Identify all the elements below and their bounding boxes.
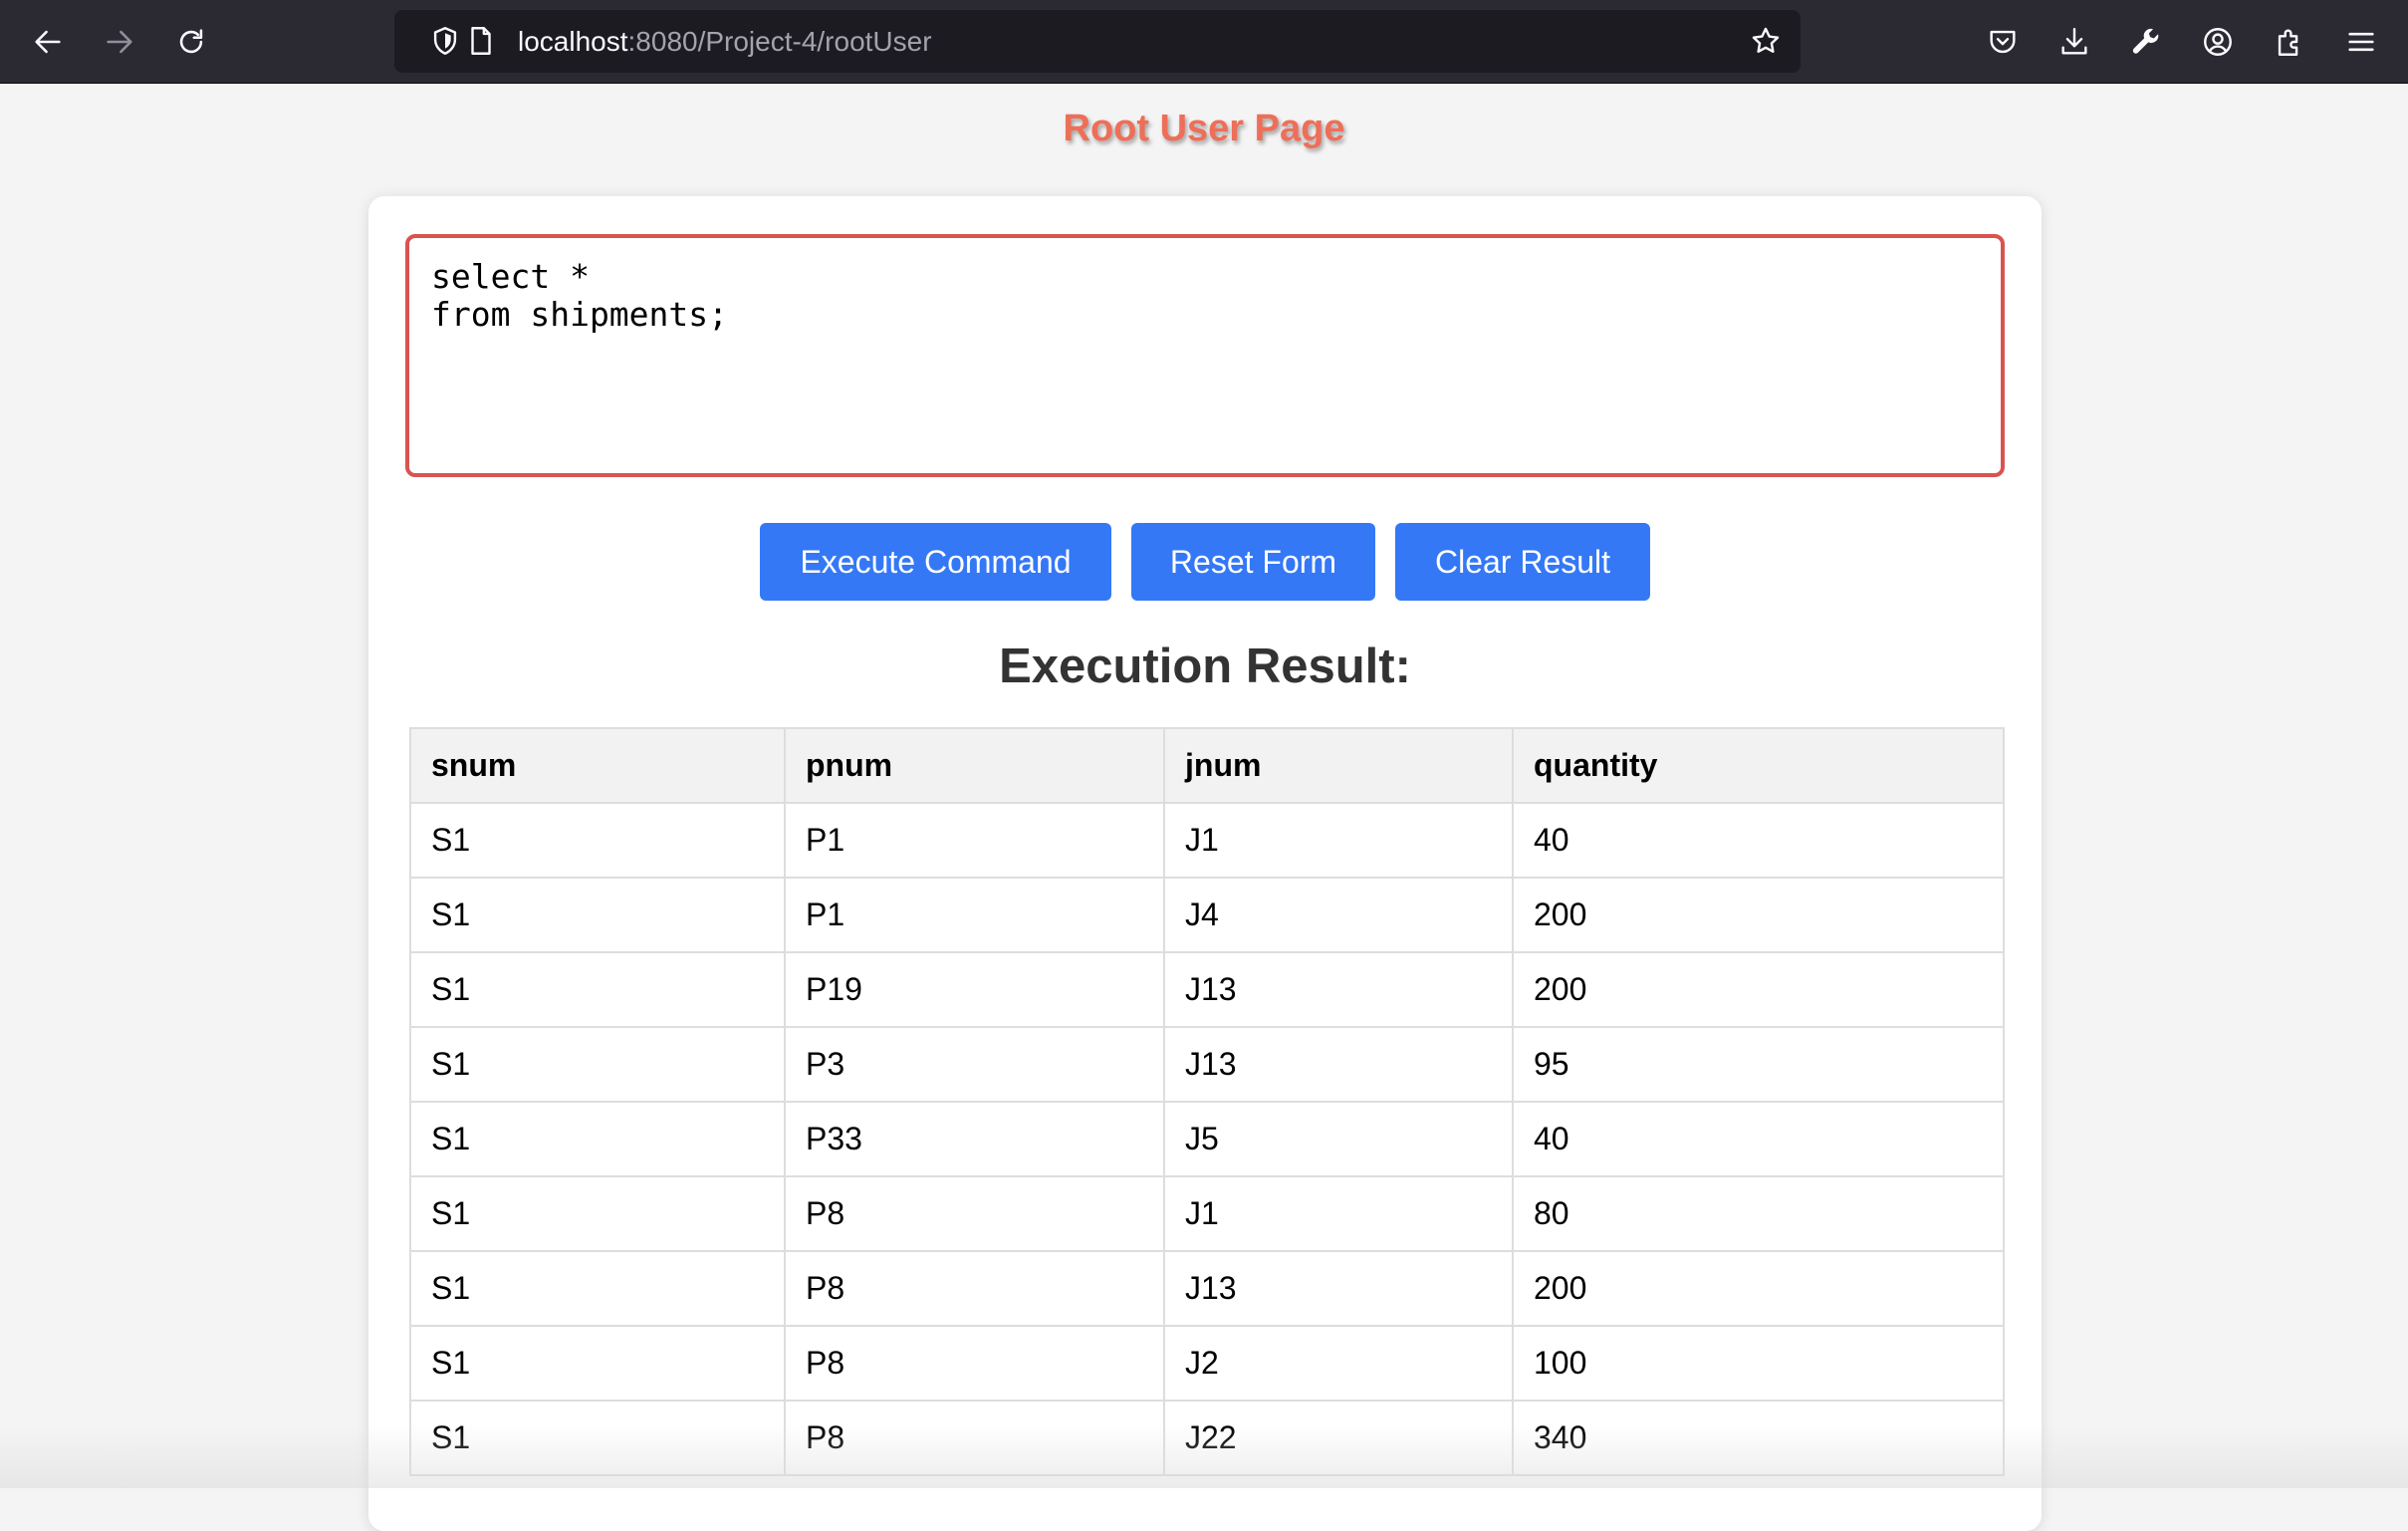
cell-pnum: P8 <box>784 1250 1165 1327</box>
page-icon[interactable] <box>464 24 498 58</box>
forward-button[interactable] <box>94 16 145 68</box>
page-title: Root User Page <box>1063 108 1345 149</box>
reset-form-button[interactable]: Reset Form <box>1131 523 1375 601</box>
cell-quantity: 80 <box>1512 1175 2005 1252</box>
tools-button[interactable] <box>2120 16 2172 68</box>
column-header-pnum: pnum <box>784 727 1165 804</box>
arrow-left-icon <box>35 30 61 54</box>
cell-quantity: 340 <box>1512 1400 2005 1476</box>
column-header-jnum: jnum <box>1163 727 1514 804</box>
cell-snum: S1 <box>409 1101 786 1177</box>
cell-snum: S1 <box>409 1026 786 1103</box>
puzzle-icon <box>2278 29 2298 56</box>
cell-jnum: J22 <box>1163 1400 1514 1476</box>
cell-quantity: 40 <box>1512 1101 2005 1177</box>
account-button[interactable] <box>2192 16 2244 68</box>
cell-snum: S1 <box>409 802 786 879</box>
table-row: S1 P8 J22 340 <box>409 1400 2005 1476</box>
cell-jnum: J1 <box>1163 802 1514 879</box>
download-icon <box>2061 28 2087 55</box>
cell-pnum: P33 <box>784 1101 1165 1177</box>
cell-pnum: P1 <box>784 802 1165 879</box>
browser-toolbar: localhost:8080/Project-4/rootUser <box>0 0 2408 84</box>
cell-quantity: 40 <box>1512 802 2005 879</box>
cell-jnum: J2 <box>1163 1325 1514 1402</box>
cell-snum: S1 <box>409 1325 786 1402</box>
table-row: S1 P8 J1 80 <box>409 1175 2005 1252</box>
shield-icon[interactable] <box>428 24 462 58</box>
result-table: snum pnum jnum quantity S1 P1 J1 40 S1 P… <box>409 727 2005 1476</box>
table-row: S1 P33 J5 40 <box>409 1101 2005 1177</box>
table-row: S1 P8 J2 100 <box>409 1325 2005 1402</box>
cell-quantity: 95 <box>1512 1026 2005 1103</box>
cell-quantity: 200 <box>1512 951 2005 1028</box>
cell-snum: S1 <box>409 951 786 1028</box>
cell-quantity: 200 <box>1512 877 2005 953</box>
cell-snum: S1 <box>409 877 786 953</box>
account-icon <box>2204 28 2232 56</box>
cell-quantity: 200 <box>1512 1250 2005 1327</box>
table-row: S1 P3 J13 95 <box>409 1026 2005 1103</box>
cell-pnum: P8 <box>784 1400 1165 1476</box>
app-menu-button[interactable] <box>2335 16 2387 68</box>
table-header-row: snum pnum jnum quantity <box>409 727 2005 804</box>
cell-jnum: J1 <box>1163 1175 1514 1252</box>
pocket-icon <box>1990 30 2016 54</box>
cell-snum: S1 <box>409 1400 786 1476</box>
reload-button[interactable] <box>165 16 217 68</box>
table-row: S1 P1 J1 40 <box>409 802 2005 879</box>
column-header-quantity: quantity <box>1512 727 2005 804</box>
cell-pnum: P8 <box>784 1325 1165 1402</box>
url-path: :8080/Project-4/rootUser <box>627 26 932 57</box>
url-text[interactable]: localhost:8080/Project-4/rootUser <box>518 10 932 73</box>
cell-jnum: J13 <box>1163 951 1514 1028</box>
cell-pnum: P19 <box>784 951 1165 1028</box>
hamburger-menu-icon <box>2348 32 2374 52</box>
extensions-button[interactable] <box>2264 16 2315 68</box>
downloads-button[interactable] <box>2048 16 2100 68</box>
arrow-right-icon <box>107 30 132 54</box>
column-header-snum: snum <box>409 727 786 804</box>
table-row: S1 P19 J13 200 <box>409 951 2005 1028</box>
clear-result-button[interactable]: Clear Result <box>1395 523 1650 601</box>
pocket-button[interactable] <box>1977 16 2029 68</box>
cell-quantity: 100 <box>1512 1325 2005 1402</box>
main-card: select * from shipments; Execute Command… <box>368 196 2042 1531</box>
table-row: S1 P8 J13 200 <box>409 1250 2005 1327</box>
cell-jnum: J5 <box>1163 1101 1514 1177</box>
url-bar[interactable]: localhost:8080/Project-4/rootUser <box>394 10 1801 73</box>
sql-command-textarea[interactable]: select * from shipments; <box>405 234 2005 477</box>
cell-jnum: J13 <box>1163 1026 1514 1103</box>
back-button[interactable] <box>22 16 74 68</box>
url-host: localhost <box>518 26 628 57</box>
cell-pnum: P8 <box>784 1175 1165 1252</box>
cell-pnum: P3 <box>784 1026 1165 1103</box>
cell-snum: S1 <box>409 1250 786 1327</box>
star-icon[interactable] <box>1749 24 1783 58</box>
cell-pnum: P1 <box>784 877 1165 953</box>
cell-snum: S1 <box>409 1175 786 1252</box>
wrench-icon <box>2132 28 2159 54</box>
reload-icon <box>179 29 203 54</box>
execute-command-button[interactable]: Execute Command <box>760 523 1111 601</box>
table-row: S1 P1 J4 200 <box>409 877 2005 953</box>
execution-result-heading: Execution Result: <box>999 639 1411 693</box>
cell-jnum: J13 <box>1163 1250 1514 1327</box>
cell-jnum: J4 <box>1163 877 1514 953</box>
